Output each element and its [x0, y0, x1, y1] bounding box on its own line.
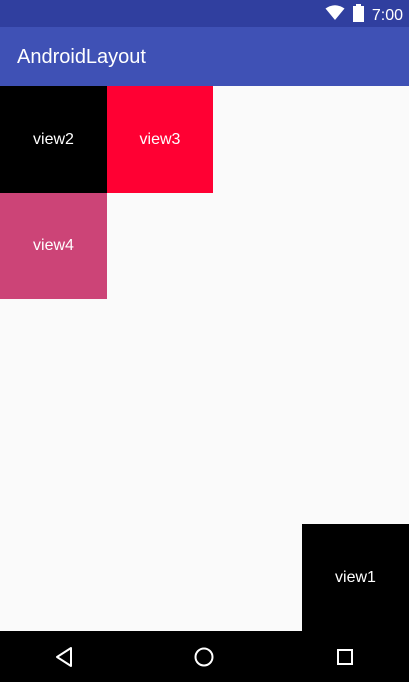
- view3-label: view3: [139, 130, 181, 148]
- view3-box[interactable]: view3: [107, 86, 213, 193]
- view4-box[interactable]: view4: [0, 193, 107, 299]
- view1-box[interactable]: view1: [302, 524, 409, 631]
- recents-button[interactable]: [331, 643, 359, 671]
- app-bar: AndroidLayout: [0, 27, 409, 86]
- home-button[interactable]: [190, 643, 218, 671]
- view2-box[interactable]: view2: [0, 86, 107, 193]
- view1-label: view1: [335, 568, 376, 586]
- recents-icon: [337, 649, 353, 665]
- back-button[interactable]: [50, 643, 78, 671]
- app-title: AndroidLayout: [17, 46, 146, 68]
- back-icon: [56, 647, 72, 667]
- wifi-icon: [325, 5, 345, 26]
- status-icons: 7:00: [325, 4, 403, 27]
- battery-icon: [352, 4, 364, 27]
- status-bar: 7:00: [0, 0, 409, 27]
- view4-label: view4: [33, 237, 74, 254]
- view2-label: view2: [33, 130, 74, 148]
- home-icon: [194, 647, 214, 667]
- navigation-bar: [0, 631, 409, 682]
- status-time: 7:00: [371, 6, 403, 24]
- layout-content: view2 view3 view4 view1: [0, 86, 409, 631]
